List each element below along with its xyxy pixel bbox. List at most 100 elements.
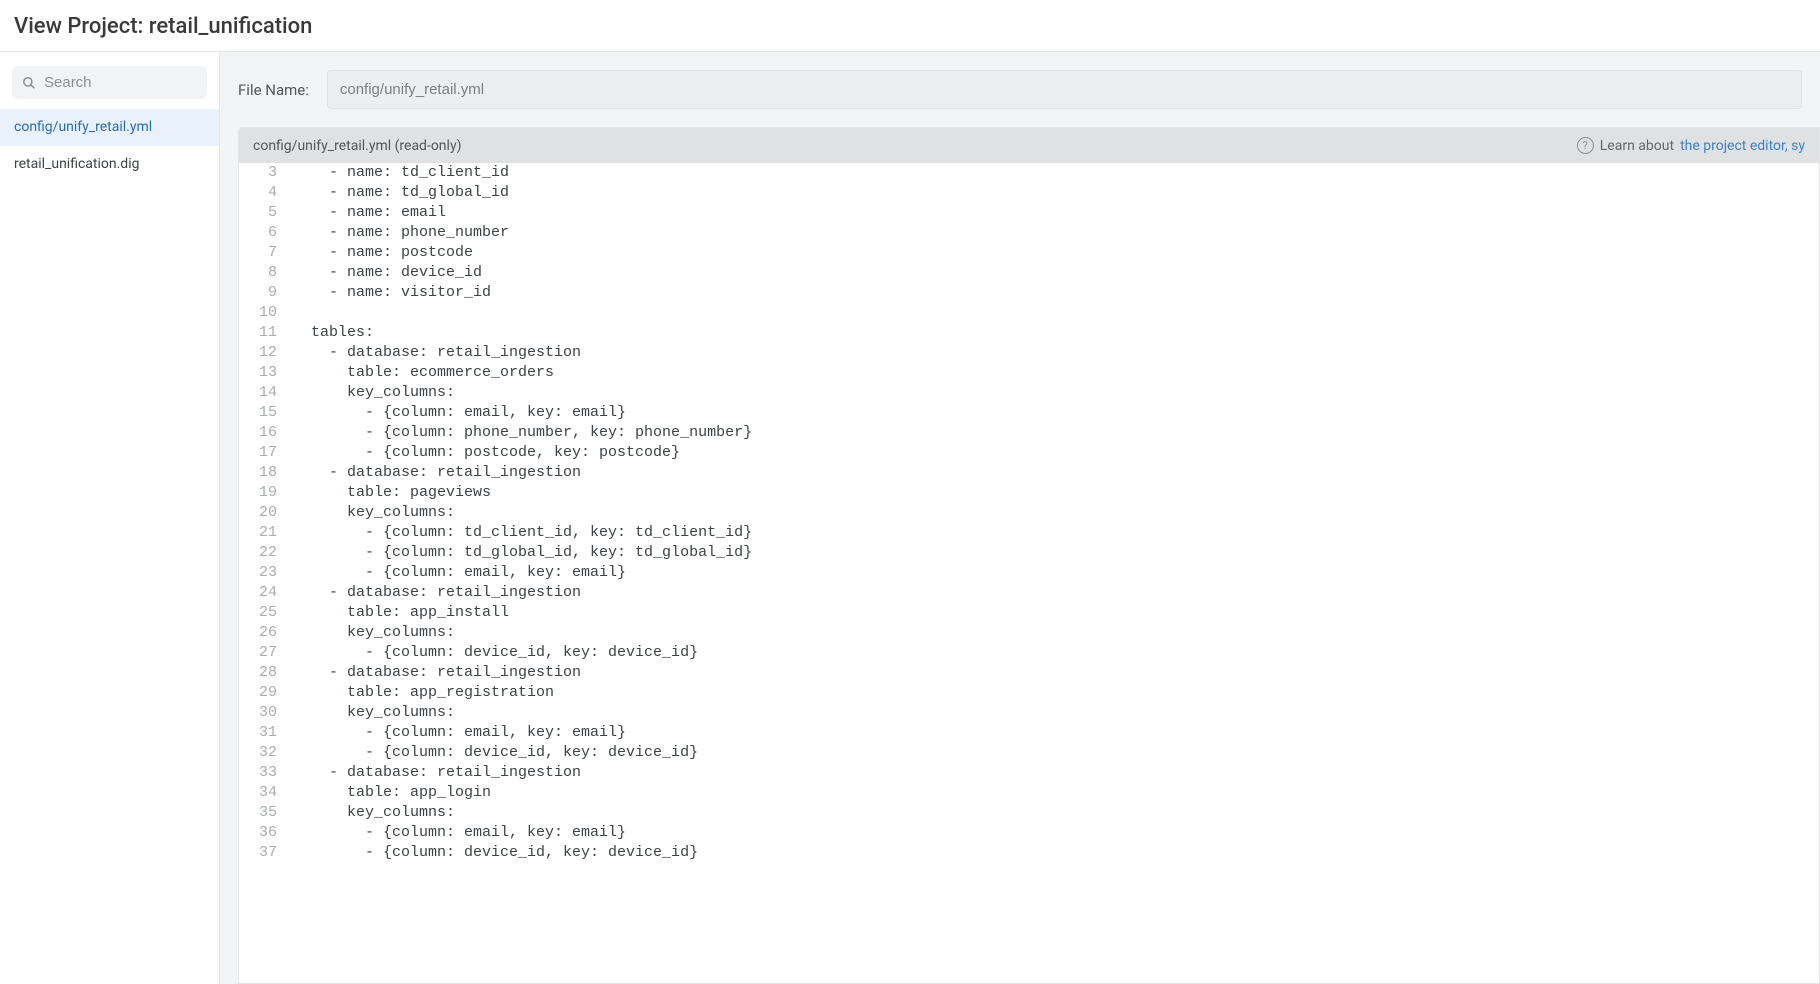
line-number: 24 bbox=[239, 583, 287, 603]
code-row: 25 table: app_install bbox=[239, 603, 1819, 623]
code-line[interactable]: - {column: phone_number, key: phone_numb… bbox=[287, 423, 752, 443]
code-line[interactable]: key_columns: bbox=[287, 803, 455, 823]
code-line[interactable]: key_columns: bbox=[287, 623, 455, 643]
file-item[interactable]: config/unify_retail.yml bbox=[0, 109, 219, 146]
line-number: 6 bbox=[239, 223, 287, 243]
code-line[interactable]: - database: retail_ingestion bbox=[287, 583, 581, 603]
code-line[interactable]: table: app_install bbox=[287, 603, 509, 623]
line-number: 28 bbox=[239, 663, 287, 683]
line-number: 29 bbox=[239, 683, 287, 703]
code-row: 3 - name: td_client_id bbox=[239, 163, 1819, 183]
line-number: 7 bbox=[239, 243, 287, 263]
code-line[interactable]: - {column: td_client_id, key: td_client_… bbox=[287, 523, 752, 543]
code-line[interactable]: table: ecommerce_orders bbox=[287, 363, 554, 383]
line-number: 35 bbox=[239, 803, 287, 823]
page-title: View Project: retail_unification bbox=[14, 14, 1806, 39]
learn-link[interactable]: the project editor, sy bbox=[1680, 138, 1805, 154]
code-row: 12 - database: retail_ingestion bbox=[239, 343, 1819, 363]
learn-prefix: Learn about bbox=[1600, 138, 1674, 154]
filename-row: File Name: bbox=[238, 70, 1820, 109]
code-line[interactable]: - {column: device_id, key: device_id} bbox=[287, 643, 698, 663]
line-number: 20 bbox=[239, 503, 287, 523]
code-row: 19 table: pageviews bbox=[239, 483, 1819, 503]
line-number: 10 bbox=[239, 303, 287, 323]
sidebar: config/unify_retail.ymlretail_unificatio… bbox=[0, 52, 220, 984]
code-row: 23 - {column: email, key: email} bbox=[239, 563, 1819, 583]
code-row: 31 - {column: email, key: email} bbox=[239, 723, 1819, 743]
line-number: 30 bbox=[239, 703, 287, 723]
line-number: 22 bbox=[239, 543, 287, 563]
code-row: 9 - name: visitor_id bbox=[239, 283, 1819, 303]
line-number: 17 bbox=[239, 443, 287, 463]
line-number: 37 bbox=[239, 843, 287, 863]
code-row: 36 - {column: email, key: email} bbox=[239, 823, 1819, 843]
code-line[interactable]: - {column: td_global_id, key: td_global_… bbox=[287, 543, 752, 563]
code-row: 26 key_columns: bbox=[239, 623, 1819, 643]
code-line[interactable]: - {column: postcode, key: postcode} bbox=[287, 443, 680, 463]
code-line[interactable]: - {column: email, key: email} bbox=[287, 403, 626, 423]
code-line[interactable]: - name: postcode bbox=[287, 243, 473, 263]
code-line[interactable]: table: app_registration bbox=[287, 683, 554, 703]
code-line[interactable]: - name: email bbox=[287, 203, 446, 223]
code-row: 34 table: app_login bbox=[239, 783, 1819, 803]
code-row: 6 - name: phone_number bbox=[239, 223, 1819, 243]
code-line[interactable]: - database: retail_ingestion bbox=[287, 763, 581, 783]
code-line[interactable]: - {column: email, key: email} bbox=[287, 563, 626, 583]
code-row: 22 - {column: td_global_id, key: td_glob… bbox=[239, 543, 1819, 563]
code-line[interactable]: table: app_login bbox=[287, 783, 491, 803]
code-line[interactable]: tables: bbox=[287, 323, 374, 343]
code-row: 28 - database: retail_ingestion bbox=[239, 663, 1819, 683]
code-line[interactable]: - name: visitor_id bbox=[287, 283, 491, 303]
line-number: 26 bbox=[239, 623, 287, 643]
code-line[interactable]: key_columns: bbox=[287, 383, 455, 403]
code-line[interactable]: - {column: device_id, key: device_id} bbox=[287, 743, 698, 763]
line-number: 27 bbox=[239, 643, 287, 663]
code-row: 17 - {column: postcode, key: postcode} bbox=[239, 443, 1819, 463]
code-area[interactable]: 3 - name: td_client_id4 - name: td_globa… bbox=[239, 163, 1819, 983]
search-input[interactable] bbox=[44, 74, 197, 91]
filename-input[interactable] bbox=[327, 70, 1802, 109]
code-row: 37 - {column: device_id, key: device_id} bbox=[239, 843, 1819, 863]
file-item[interactable]: retail_unification.dig bbox=[0, 146, 219, 183]
line-number: 34 bbox=[239, 783, 287, 803]
code-line[interactable] bbox=[287, 303, 293, 323]
line-number: 14 bbox=[239, 383, 287, 403]
code-line[interactable]: - name: phone_number bbox=[287, 223, 509, 243]
search-box[interactable] bbox=[12, 66, 207, 99]
line-number: 3 bbox=[239, 163, 287, 183]
line-number: 9 bbox=[239, 283, 287, 303]
code-line[interactable]: - database: retail_ingestion bbox=[287, 663, 581, 683]
help-icon[interactable]: ? bbox=[1577, 137, 1594, 154]
code-row: 18 - database: retail_ingestion bbox=[239, 463, 1819, 483]
code-line[interactable]: table: pageviews bbox=[287, 483, 491, 503]
code-row: 5 - name: email bbox=[239, 203, 1819, 223]
line-number: 8 bbox=[239, 263, 287, 283]
line-number: 4 bbox=[239, 183, 287, 203]
line-number: 19 bbox=[239, 483, 287, 503]
code-row: 21 - {column: td_client_id, key: td_clie… bbox=[239, 523, 1819, 543]
code-line[interactable]: - database: retail_ingestion bbox=[287, 463, 581, 483]
code-row: 29 table: app_registration bbox=[239, 683, 1819, 703]
code-line[interactable]: - name: device_id bbox=[287, 263, 482, 283]
code-line[interactable]: - {column: device_id, key: device_id} bbox=[287, 843, 698, 863]
learn-about: ? Learn about the project editor, sy bbox=[1577, 137, 1805, 154]
code-line[interactable]: key_columns: bbox=[287, 703, 455, 723]
code-row: 4 - name: td_global_id bbox=[239, 183, 1819, 203]
code-line[interactable]: - database: retail_ingestion bbox=[287, 343, 581, 363]
line-number: 11 bbox=[239, 323, 287, 343]
code-row: 16 - {column: phone_number, key: phone_n… bbox=[239, 423, 1819, 443]
line-number: 32 bbox=[239, 743, 287, 763]
code-line[interactable]: - name: td_global_id bbox=[287, 183, 509, 203]
code-line[interactable]: key_columns: bbox=[287, 503, 455, 523]
code-row: 30 key_columns: bbox=[239, 703, 1819, 723]
line-number: 18 bbox=[239, 463, 287, 483]
code-line[interactable]: - {column: email, key: email} bbox=[287, 723, 626, 743]
code-line[interactable]: - {column: email, key: email} bbox=[287, 823, 626, 843]
search-wrap bbox=[0, 52, 219, 109]
main: File Name: config/unify_retail.yml (read… bbox=[220, 52, 1820, 984]
line-number: 16 bbox=[239, 423, 287, 443]
code-line[interactable]: - name: td_client_id bbox=[287, 163, 509, 183]
editor-tabbar: config/unify_retail.yml (read-only) ? Le… bbox=[239, 128, 1819, 163]
line-number: 33 bbox=[239, 763, 287, 783]
code-row: 24 - database: retail_ingestion bbox=[239, 583, 1819, 603]
